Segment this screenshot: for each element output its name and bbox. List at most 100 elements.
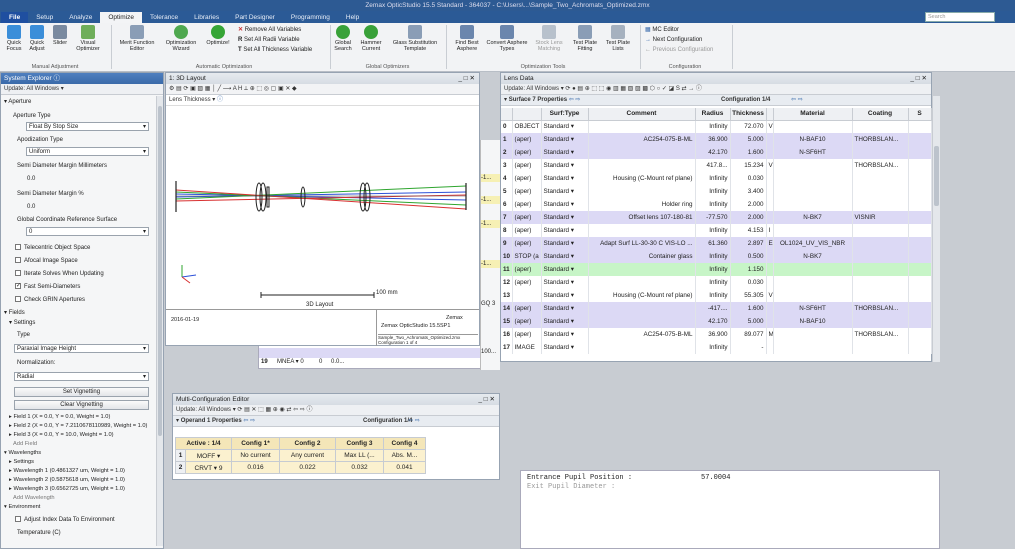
field-1-item[interactable]: ▸ Field 1 (X = 0.0, Y = 0.0, Weight = 1.… — [9, 413, 110, 421]
mce-toolbar-icons[interactable]: ⟳ ▤ ✕ ⬚ ▦ ⊕ ◉ ⇄ ⇦ ⇨ ⓘ — [237, 407, 312, 413]
cell-solve-flag[interactable] — [766, 315, 774, 328]
fields-settings-section[interactable]: ▾ Settings — [9, 319, 35, 327]
cell-semi[interactable] — [908, 289, 932, 302]
cell-radius[interactable]: 42.170 — [695, 146, 731, 159]
cell-surf-type[interactable]: Standard ▾ — [541, 341, 589, 354]
environment-section[interactable]: ▾ Environment — [4, 503, 40, 511]
cell-semi[interactable] — [908, 172, 932, 185]
lens-row-14[interactable]: 14 (aper) Standard ▾ -417.... 1.600 N-SF6HT TH… — [501, 302, 932, 315]
cell-radius[interactable]: Infinity — [695, 263, 731, 276]
cell-solve-flag[interactable] — [766, 146, 774, 159]
cell-row-label[interactable]: OBJECT — [512, 120, 542, 133]
cell-surf-type[interactable]: Standard ▾ — [541, 250, 589, 263]
lens-data-scrollbar[interactable] — [932, 96, 940, 362]
cell-solve-flag[interactable]: M — [766, 328, 774, 341]
cell-solve-flag[interactable] — [766, 211, 774, 224]
cell-solve-flag[interactable]: E — [766, 237, 774, 250]
optimize-button[interactable]: Optimize! — [203, 25, 233, 46]
cell-coating[interactable] — [852, 224, 909, 237]
layout-plot[interactable] — [166, 107, 479, 312]
cell-semi[interactable] — [908, 263, 932, 276]
cell-surf-type[interactable]: Standard ▾ — [541, 263, 589, 276]
lens-row-8[interactable]: 8 (aper) Standard ▾ Infinity 4.153 I — [501, 224, 932, 237]
cell-semi[interactable] — [908, 341, 932, 354]
mce-cell[interactable]: 0.041 — [383, 461, 426, 474]
lens-row-0[interactable]: 0 OBJECT Standard ▾ Infinity 72.070 V — [501, 120, 932, 133]
lens-row-7[interactable]: 7 (aper) Standard ▾ Offset lens 107-180-81-… — [501, 211, 932, 224]
cell-row-label[interactable]: (aper) — [512, 211, 542, 224]
cell-row-label[interactable]: (aper) — [512, 185, 542, 198]
check-grin-checkbox[interactable]: Check GRIN Apertures — [15, 296, 85, 304]
cell-thickness[interactable]: 0.500 — [730, 250, 767, 263]
cell-solve-flag[interactable] — [766, 250, 774, 263]
cell-material[interactable]: N-BK7 — [773, 211, 853, 224]
next-configuration-button[interactable]: → Next Configuration — [645, 36, 702, 44]
cell-surf-type[interactable]: Standard ▾ — [541, 146, 589, 159]
cell-material[interactable] — [773, 263, 853, 276]
cell-surf-type[interactable]: Standard ▾ — [541, 224, 589, 237]
field-type-select[interactable]: Paraxial Image Height ▾ — [14, 344, 149, 353]
cell-coating[interactable] — [852, 185, 909, 198]
cell-radius[interactable]: Infinity — [695, 120, 731, 133]
tab-file[interactable]: File — [1, 12, 29, 23]
normalization-select[interactable]: Radial ▾ — [14, 372, 149, 381]
lens-row-4[interactable]: 4 (aper) Standard ▾ Housing (C-Mount ref pl… — [501, 172, 932, 185]
aperture-type-select[interactable]: Float By Stop Size ▾ — [26, 122, 149, 131]
tab-libraries[interactable]: Libraries — [186, 12, 227, 23]
cell-comment[interactable]: Holder ring — [588, 198, 696, 211]
cell-material[interactable] — [773, 276, 853, 289]
wavelength-2-item[interactable]: ▸ Wavelength 2 (0.5875618 um, Weight = 1… — [9, 476, 125, 484]
cell-radius[interactable]: Infinity — [695, 341, 731, 354]
cell-semi[interactable] — [908, 250, 932, 263]
cell-row-label[interactable]: (aper) — [512, 328, 542, 341]
cell-comment[interactable] — [588, 263, 696, 276]
semi-margin-mm-field[interactable]: 0.0 — [27, 175, 35, 183]
cell-material[interactable] — [773, 185, 853, 198]
add-wavelength-item[interactable]: Add Wavelength — [13, 494, 55, 502]
mce-cell[interactable]: Max LL (... — [335, 449, 384, 462]
cell-row-label[interactable]: (aper) — [512, 276, 542, 289]
cell-radius[interactable]: 36.900 — [695, 133, 731, 146]
cell-radius[interactable]: 61.360 — [695, 237, 731, 250]
cell-solve-flag[interactable] — [766, 185, 774, 198]
cell-thickness[interactable]: 3.400 — [730, 185, 767, 198]
cell-surf-type[interactable]: Standard ▾ — [541, 198, 589, 211]
cell-comment[interactable] — [588, 276, 696, 289]
cell-radius[interactable]: Infinity — [695, 224, 731, 237]
cell-solve-flag[interactable] — [766, 302, 774, 315]
cell-radius[interactable]: 417.8... — [695, 159, 731, 172]
cell-row-label[interactable] — [512, 289, 542, 302]
cell-row-label[interactable]: (aper) — [512, 237, 542, 250]
wavelength-settings-item[interactable]: ▸ Settings — [9, 458, 34, 466]
test-plate-lists-button[interactable]: Test Plate Lists — [602, 25, 634, 52]
cell-surf-type[interactable]: Standard ▾ — [541, 289, 589, 302]
cell-coating[interactable] — [852, 120, 909, 133]
lens-row-13[interactable]: 13 Standard ▾ Housing (C-Mount ref plane) I… — [501, 289, 932, 302]
explorer-scrollbar[interactable] — [156, 96, 163, 546]
cell-row-label[interactable]: IMAGE — [512, 341, 542, 354]
cell-radius[interactable]: 36.900 — [695, 328, 731, 341]
quick-adjust-button[interactable]: Quick Adjust — [26, 25, 48, 52]
nav-arrows-icon[interactable]: ⇦ ⇨ — [243, 418, 255, 424]
cell-radius[interactable]: Infinity — [695, 250, 731, 263]
lens-row-5[interactable]: 5 (aper) Standard ▾ Infinity 3.400 — [501, 185, 932, 198]
cell-material[interactable] — [773, 289, 853, 302]
cell-semi[interactable] — [908, 159, 932, 172]
wavelengths-section[interactable]: ▾ Wavelengths — [4, 449, 41, 457]
cell-coating[interactable] — [852, 289, 909, 302]
cell-coating[interactable]: THORBSLAN... — [852, 328, 909, 341]
cell-comment[interactable]: Offset lens 107-180-81 — [588, 211, 696, 224]
mce-cell[interactable]: 0.022 — [279, 461, 336, 474]
cell-material[interactable]: N-SF6HT — [773, 146, 853, 159]
lens-thickness-toolbar[interactable]: Lens Thickness ▾ ⓘ — [166, 95, 479, 106]
cell-solve-flag[interactable]: V — [766, 289, 774, 302]
cell-comment[interactable] — [588, 146, 696, 159]
stock-lens-matching-button[interactable]: Stock Lens Matching — [530, 25, 568, 52]
cell-comment[interactable]: Housing (C-Mount ref plane) — [588, 172, 696, 185]
cell-coating[interactable]: VISNIR — [852, 211, 909, 224]
mce-row-1[interactable]: 1 MOFF ▾ No current Any current Max LL (… — [175, 449, 426, 462]
cell-radius[interactable]: Infinity — [695, 172, 731, 185]
cell-thickness[interactable]: 1.600 — [730, 146, 767, 159]
previous-configuration-button[interactable]: ← Previous Configuration — [645, 46, 713, 54]
scrollbar-thumb[interactable] — [158, 106, 162, 436]
